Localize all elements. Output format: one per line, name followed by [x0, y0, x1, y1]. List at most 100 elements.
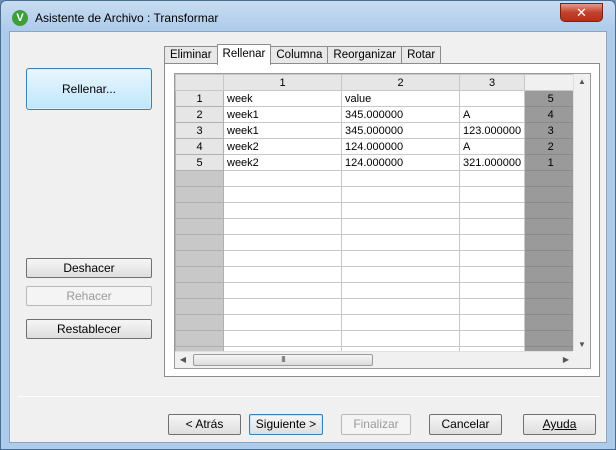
row-number[interactable] [175, 170, 224, 187]
grid-cell[interactable] [223, 186, 342, 203]
grid-cell[interactable] [458, 218, 526, 235]
grid-cell[interactable]: value [341, 90, 460, 107]
row-number[interactable] [175, 202, 224, 219]
grid-cell[interactable]: 345.000000 [341, 122, 460, 139]
grid-cell[interactable]: 124.000000 [341, 138, 460, 155]
table-row-empty[interactable] [175, 266, 578, 283]
grid-cell[interactable] [341, 266, 460, 283]
scroll-left-icon[interactable]: ◀ [175, 352, 191, 368]
table-row-empty[interactable] [175, 250, 578, 267]
close-button[interactable]: ✕ [560, 3, 603, 22]
grid-cell[interactable]: A [458, 106, 526, 123]
grid-cell[interactable] [223, 282, 342, 299]
grid-cell[interactable] [223, 234, 342, 251]
table-row-empty[interactable] [175, 298, 578, 315]
grid-cell[interactable] [458, 250, 526, 267]
rellenar-button[interactable]: Rellenar... [26, 68, 152, 110]
grid-cell[interactable]: 345.000000 [341, 106, 460, 123]
table-row-empty[interactable] [175, 330, 578, 347]
table-row[interactable]: 3 week1 345.000000 123.000000 3 [175, 122, 578, 139]
row-number[interactable]: 2 [175, 106, 224, 123]
horizontal-scrollbar[interactable]: ◀ III ▶ [175, 351, 574, 368]
row-number[interactable]: 4 [175, 138, 224, 155]
grid-cell[interactable]: week [223, 90, 342, 107]
help-button[interactable]: Ayuda [523, 414, 596, 435]
grid-cell[interactable] [223, 202, 342, 219]
grid-cell[interactable] [223, 218, 342, 235]
back-button[interactable]: < Atrás [168, 414, 241, 435]
grid-cell[interactable]: week2 [223, 138, 342, 155]
scroll-up-icon[interactable]: ▲ [574, 74, 590, 90]
table-row-empty[interactable] [175, 282, 578, 299]
row-number[interactable] [175, 186, 224, 203]
grid-cell[interactable] [341, 186, 460, 203]
rehacer-button[interactable]: Rehacer [26, 286, 152, 306]
restablecer-button[interactable]: Restablecer [26, 319, 152, 339]
table-row-empty[interactable] [175, 218, 578, 235]
grid-cell[interactable] [458, 314, 526, 331]
grid-cell[interactable]: 123.000000 [458, 122, 526, 139]
row-number[interactable]: 3 [175, 122, 224, 139]
grid-cell[interactable] [341, 282, 460, 299]
grid-cell[interactable] [458, 234, 526, 251]
grid-cell[interactable] [341, 250, 460, 267]
deshacer-button[interactable]: Deshacer [26, 258, 152, 278]
data-grid[interactable]: 1 2 3 1 week value 5 2 week1 345.000000 … [174, 73, 591, 369]
grid-cell[interactable] [341, 218, 460, 235]
table-row-empty[interactable] [175, 202, 578, 219]
row-number[interactable]: 1 [175, 90, 224, 107]
row-number[interactable] [175, 298, 224, 315]
horizontal-scroll-thumb[interactable]: III [193, 354, 373, 366]
grid-cell[interactable] [458, 170, 526, 187]
table-row[interactable]: 5 week2 124.000000 321.000000 1 [175, 154, 578, 171]
scroll-right-icon[interactable]: ▶ [558, 352, 574, 368]
grid-cell[interactable] [458, 266, 526, 283]
table-row-empty[interactable] [175, 170, 578, 187]
grid-cell[interactable] [341, 170, 460, 187]
column-header[interactable]: 2 [341, 74, 460, 91]
tab-rellenar[interactable]: Rellenar [216, 44, 272, 65]
grid-cell[interactable] [458, 298, 526, 315]
grid-cell[interactable]: week1 [223, 106, 342, 123]
grid-cell[interactable] [341, 202, 460, 219]
cancel-button[interactable]: Cancelar [429, 414, 502, 435]
grid-cell[interactable] [458, 90, 526, 107]
grid-cell[interactable] [458, 186, 526, 203]
grid-cell[interactable]: 124.000000 [341, 154, 460, 171]
grid-cell[interactable] [223, 170, 342, 187]
column-header[interactable]: 3 [458, 74, 526, 91]
row-number[interactable] [175, 234, 224, 251]
grid-cell[interactable]: 321.000000 [458, 154, 526, 171]
row-number[interactable] [175, 282, 224, 299]
grid-cell[interactable]: A [458, 138, 526, 155]
next-button[interactable]: Siguiente > [249, 414, 323, 435]
grid-cell[interactable] [341, 298, 460, 315]
table-row-empty[interactable] [175, 314, 578, 331]
finish-button[interactable]: Finalizar [341, 414, 411, 435]
grid-cell[interactable]: week2 [223, 154, 342, 171]
grid-cell[interactable] [223, 250, 342, 267]
table-row[interactable]: 2 week1 345.000000 A 4 [175, 106, 578, 123]
title-bar[interactable]: V Asistente de Archivo : Transformar ✕ [1, 1, 615, 31]
grid-cell[interactable] [458, 202, 526, 219]
grid-cell[interactable] [341, 234, 460, 251]
row-number[interactable] [175, 218, 224, 235]
row-number[interactable] [175, 314, 224, 331]
grid-cell[interactable]: week1 [223, 122, 342, 139]
grid-cell[interactable] [223, 330, 342, 347]
row-number[interactable] [175, 250, 224, 267]
table-row[interactable]: 4 week2 124.000000 A 2 [175, 138, 578, 155]
vertical-scrollbar[interactable]: ▲ ▼ [573, 74, 590, 353]
row-number[interactable]: 5 [175, 154, 224, 171]
grid-cell[interactable] [458, 282, 526, 299]
table-row-empty[interactable] [175, 186, 578, 203]
row-number[interactable] [175, 266, 224, 283]
grid-cell[interactable] [223, 266, 342, 283]
table-row-empty[interactable] [175, 234, 578, 251]
row-number[interactable] [175, 330, 224, 347]
grid-cell[interactable] [458, 330, 526, 347]
grid-cell[interactable] [223, 314, 342, 331]
grid-cell[interactable] [223, 298, 342, 315]
table-row[interactable]: 1 week value 5 [175, 90, 578, 107]
column-header[interactable]: 1 [223, 74, 342, 91]
